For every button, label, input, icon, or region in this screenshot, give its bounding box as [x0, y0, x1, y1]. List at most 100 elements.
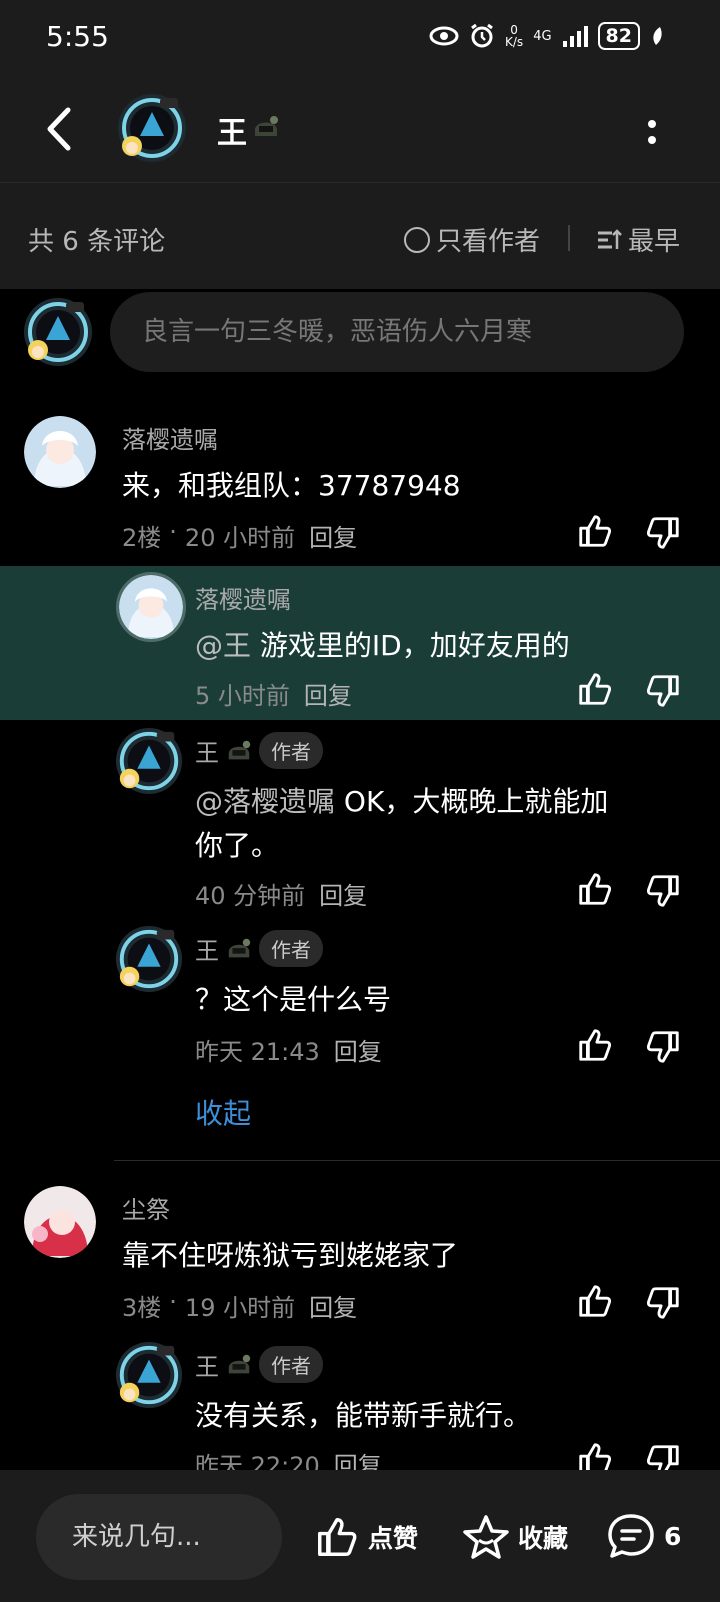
sort-label: 最早	[628, 227, 681, 257]
author-only-label: 只看作者	[436, 227, 541, 257]
reply-author-name[interactable]: 王	[195, 931, 219, 966]
thumb-down-icon[interactable]	[644, 672, 682, 710]
helmet-badge-icon	[225, 935, 253, 963]
commenter-name[interactable]: 落樱遗嘱	[122, 420, 218, 455]
reply-meta: 5 小时前 回复	[195, 676, 352, 711]
status-bar: 5:55 0 K/s 4G 82	[0, 0, 720, 76]
reply-avatar[interactable]	[116, 572, 186, 642]
reply-button[interactable]: 回复	[309, 1288, 357, 1323]
floor-number: 3楼	[122, 1294, 162, 1322]
reply-meta: 昨天 21:43 回复	[195, 1032, 382, 1067]
meta-dot: ·	[169, 1288, 177, 1316]
thumb-down-icon[interactable]	[644, 514, 682, 552]
net-speed: 0 K/s	[505, 24, 523, 48]
reply-body-continued: 你了。	[195, 829, 280, 862]
reply-avatar[interactable]	[114, 924, 184, 994]
reply-button[interactable]: 回复	[334, 1032, 382, 1067]
thumb-up-icon[interactable]	[576, 1282, 614, 1320]
star-icon	[463, 1515, 509, 1559]
reply-text: ？这个是什么号	[195, 983, 392, 1016]
meta-dot: ·	[169, 518, 177, 546]
comment-text: 来，和我组队：37787948	[122, 469, 461, 502]
reply-avatar[interactable]	[114, 1340, 184, 1410]
commenter-avatar[interactable]	[24, 416, 96, 488]
thumb-up-icon[interactable]	[576, 670, 614, 708]
reply-author-name[interactable]: 落樱遗嘱	[195, 580, 291, 615]
reply-button[interactable]: 回复	[319, 876, 367, 911]
reply-avatar[interactable]	[114, 726, 184, 796]
alarm-icon	[471, 23, 493, 48]
status-time: 5:55	[46, 20, 109, 53]
leaf-icon	[653, 27, 662, 45]
mention-link[interactable]: @王	[195, 629, 251, 662]
author-tag: 作者	[259, 930, 323, 967]
collapse-replies-link[interactable]: 收起	[195, 1092, 251, 1132]
reply-time: 40 分钟前	[195, 882, 306, 910]
reply-body: 游戏里的ID，加好友用的	[259, 629, 570, 662]
sort-icon	[598, 228, 622, 249]
network-type: 4G	[533, 28, 552, 44]
reply-text: 没有关系，能带新手就行。	[195, 1399, 532, 1432]
reply-meta: 40 分钟前 回复	[195, 876, 367, 911]
reply-author-row: 王 作者	[195, 732, 323, 769]
reply-button[interactable]: 回复	[304, 676, 352, 711]
comment-meta: 3楼 · 19 小时前 回复	[122, 1288, 357, 1323]
thumb-up-icon[interactable]	[576, 870, 614, 908]
comment-text: 靠不住呀炼狱亏到姥姥家了	[122, 1239, 459, 1272]
bottom-action-bar: 来说几句... 点赞 收藏 6	[0, 1470, 720, 1602]
thumb-up-icon[interactable]	[576, 512, 614, 550]
thumb-up-icon[interactable]	[576, 1026, 614, 1064]
reply-author-name[interactable]: 王	[195, 1347, 219, 1382]
more-options-icon[interactable]	[640, 112, 664, 152]
reply-text: @王 游戏里的ID，加好友用的	[195, 622, 570, 670]
commenter-name[interactable]: 尘祭	[122, 1190, 170, 1225]
favorite-label: 收藏	[518, 1524, 569, 1553]
floor-number: 2楼	[122, 524, 162, 552]
comment-time: 20 小时前	[184, 524, 296, 552]
like-button[interactable]: 点赞	[314, 1514, 418, 1560]
author-avatar[interactable]	[116, 92, 188, 164]
back-arrow-icon[interactable]	[40, 104, 80, 154]
comment-time: 19 小时前	[184, 1294, 296, 1322]
comment-summary-bar: 共 6 条评论 只看作者 最早	[0, 183, 720, 289]
reply-time: 昨天 21:43	[195, 1038, 320, 1066]
comment-divider	[114, 1160, 720, 1161]
thumb-down-icon[interactable]	[644, 1028, 682, 1066]
comment-input[interactable]	[110, 292, 684, 372]
comment-count: 共 6 条评论	[28, 227, 166, 257]
bottom-comment-input[interactable]: 来说几句...	[36, 1494, 282, 1580]
author-tag: 作者	[259, 1346, 323, 1383]
author-only-filter[interactable]: 只看作者	[404, 221, 540, 258]
status-icons: 0 K/s 4G 82	[429, 22, 664, 50]
signal-icon	[562, 26, 588, 47]
author-tag: 作者	[259, 732, 323, 769]
divider	[568, 225, 570, 251]
thumb-down-icon[interactable]	[644, 1284, 682, 1322]
reply-author-row: 王 作者	[195, 1346, 323, 1383]
top-nav: 王	[0, 76, 720, 183]
reply-button[interactable]: 回复	[309, 518, 357, 553]
eye-icon	[429, 26, 459, 46]
my-avatar	[22, 296, 94, 368]
post-author-name[interactable]: 王	[217, 108, 247, 152]
helmet-badge-icon	[225, 737, 253, 765]
reply-author-row: 王 作者	[195, 930, 323, 967]
thumb-up-icon	[314, 1514, 360, 1560]
like-label: 点赞	[368, 1524, 419, 1553]
comments-button[interactable]: 6	[606, 1512, 681, 1560]
reply-author-name[interactable]: 王	[195, 733, 219, 768]
reply-text: @落樱遗嘱 OK，大概晚上就能加	[195, 778, 675, 826]
reply-body: OK，大概晚上就能加	[343, 785, 609, 818]
reply-time: 5 小时前	[195, 682, 290, 710]
mention-link[interactable]: @落樱遗嘱	[195, 785, 335, 818]
thumb-down-icon[interactable]	[644, 872, 682, 910]
comment-meta: 2楼 · 20 小时前 回复	[122, 518, 357, 553]
radio-circle-icon	[404, 226, 430, 253]
helmet-badge-icon	[251, 112, 281, 142]
helmet-badge-icon	[225, 1351, 253, 1379]
sort-earliest-button[interactable]: 最早	[596, 221, 680, 258]
favorite-button[interactable]: 收藏	[462, 1514, 568, 1560]
net-speed-unit: K/s	[505, 35, 524, 49]
commenter-avatar[interactable]	[24, 1186, 96, 1258]
comment-bubble-icon	[608, 1514, 654, 1558]
